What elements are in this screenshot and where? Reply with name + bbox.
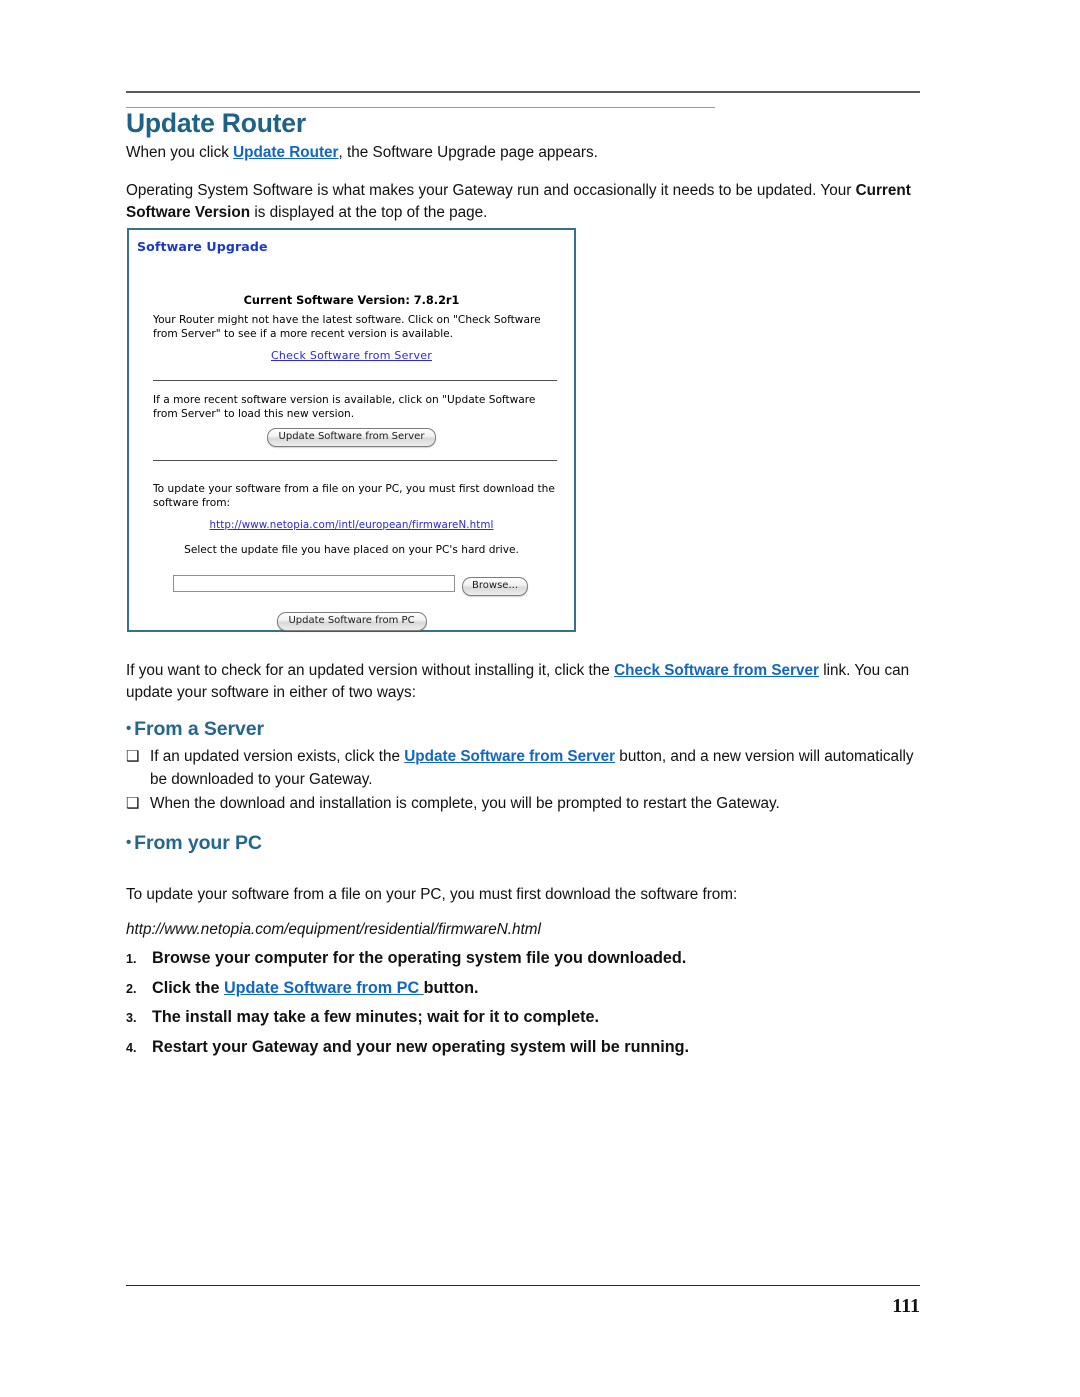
section-bullet-dot: • xyxy=(126,834,132,851)
section-heading-label: From a Server xyxy=(134,718,265,740)
screenshot-paragraph-update-server: If a more recent software version is ava… xyxy=(153,394,536,420)
software-upgrade-screenshot: Software Upgrade Current Software Versio… xyxy=(127,228,576,632)
step-number: 3. xyxy=(126,1011,137,1025)
update-software-from-server-doclink[interactable]: Update Software from Server xyxy=(404,748,615,765)
post-screenshot-paragraph: If you want to check for an updated vers… xyxy=(126,660,926,704)
browse-button[interactable]: Browse... xyxy=(462,577,528,596)
firmware-url-text: http://www.netopia.com/equipment/residen… xyxy=(126,921,541,938)
header-rule-primary xyxy=(126,91,920,93)
bullet1-before: If an updated version exists, click the xyxy=(150,748,405,765)
list-item: ❑ When the download and installation is … xyxy=(126,793,931,816)
from-pc-steps-list: 1. Browse your computer for the operatin… xyxy=(126,948,931,1066)
from-pc-paragraph: To update your software from a file on y… xyxy=(126,886,738,903)
screenshot-paragraph-check: Your Router might not have the latest so… xyxy=(153,314,541,340)
file-path-input[interactable] xyxy=(173,575,455,592)
section-bullet-dot: • xyxy=(126,720,132,737)
select-file-label: Select the update file you have placed o… xyxy=(184,544,519,556)
section-heading-from-a-server: • From a Server xyxy=(126,718,264,741)
page-number: 111 xyxy=(892,1295,920,1317)
step2-after: button. xyxy=(423,978,479,997)
section-heading-from-your-pc: • From your PC xyxy=(126,832,262,855)
footer-rule xyxy=(126,1285,920,1286)
intro-paragraph-2: Operating System Software is what makes … xyxy=(126,180,926,224)
intro-text-before: When you click xyxy=(126,144,234,161)
list-item: ❑ If an updated version exists, click th… xyxy=(126,746,931,791)
screenshot-divider-1 xyxy=(153,380,557,381)
from-server-bullet-list: ❑ If an updated version exists, click th… xyxy=(126,746,931,818)
list-item-text: When the download and installation is co… xyxy=(150,795,780,812)
list-item: 1. Browse your computer for the operatin… xyxy=(126,948,931,969)
step-text: The install may take a few minutes; wait… xyxy=(152,1008,600,1026)
square-bullet-icon: ❑ xyxy=(126,795,140,812)
update-software-from-server-button[interactable]: Update Software from Server xyxy=(266,428,437,447)
list-item: 3. The install may take a few minutes; w… xyxy=(126,1007,931,1028)
step-number: 2. xyxy=(126,981,137,996)
update-router-link[interactable]: Update Router xyxy=(233,144,338,161)
list-item-text: If an updated version exists, click the … xyxy=(150,746,931,791)
update-software-from-pc-doclink[interactable]: Update Software from PC xyxy=(224,979,424,997)
screenshot-divider-2 xyxy=(153,460,557,461)
screenshot-paragraph-update-pc: To update your software from a file on y… xyxy=(153,483,555,509)
post-text-before: If you want to check for an updated vers… xyxy=(126,662,615,679)
intro-paragraph-1: When you click Update Router, the Softwa… xyxy=(126,142,926,164)
step-text: Browse your computer for the operating s… xyxy=(152,949,687,967)
current-software-version-label: Current Software Version: 7.8.2r1 xyxy=(243,294,460,307)
square-bullet-icon: ❑ xyxy=(126,748,140,765)
section-heading-label: From your PC xyxy=(134,832,262,854)
step-number: 1. xyxy=(126,952,137,966)
intro2-text-after: is displayed at the top of the page. xyxy=(250,204,488,221)
document-page: Update Router When you click Update Rout… xyxy=(0,0,1080,1397)
list-item: 2. Click the Update Software from PC but… xyxy=(126,978,931,999)
check-software-from-server-link[interactable]: Check Software from Server xyxy=(129,349,574,362)
step2-before: Click the xyxy=(152,978,224,997)
firmware-download-url-link[interactable]: http://www.netopia.com/intl/european/fir… xyxy=(129,519,574,531)
list-item: 4. Restart your Gateway and your new ope… xyxy=(126,1037,931,1058)
update-software-from-pc-button[interactable]: Update Software from PC xyxy=(276,612,427,631)
intro-text-after: , the Software Upgrade page appears. xyxy=(338,144,598,161)
page-title: Update Router xyxy=(126,108,306,138)
check-software-from-server-doclink[interactable]: Check Software from Server xyxy=(614,662,819,679)
step-number: 4. xyxy=(126,1040,137,1055)
intro2-text-before: Operating System Software is what makes … xyxy=(126,182,856,199)
step-text: Click the Update Software from PC button… xyxy=(152,978,931,999)
step-text: Restart your Gateway and your new operat… xyxy=(152,1037,690,1056)
screenshot-panel-title: Software Upgrade xyxy=(137,239,268,254)
